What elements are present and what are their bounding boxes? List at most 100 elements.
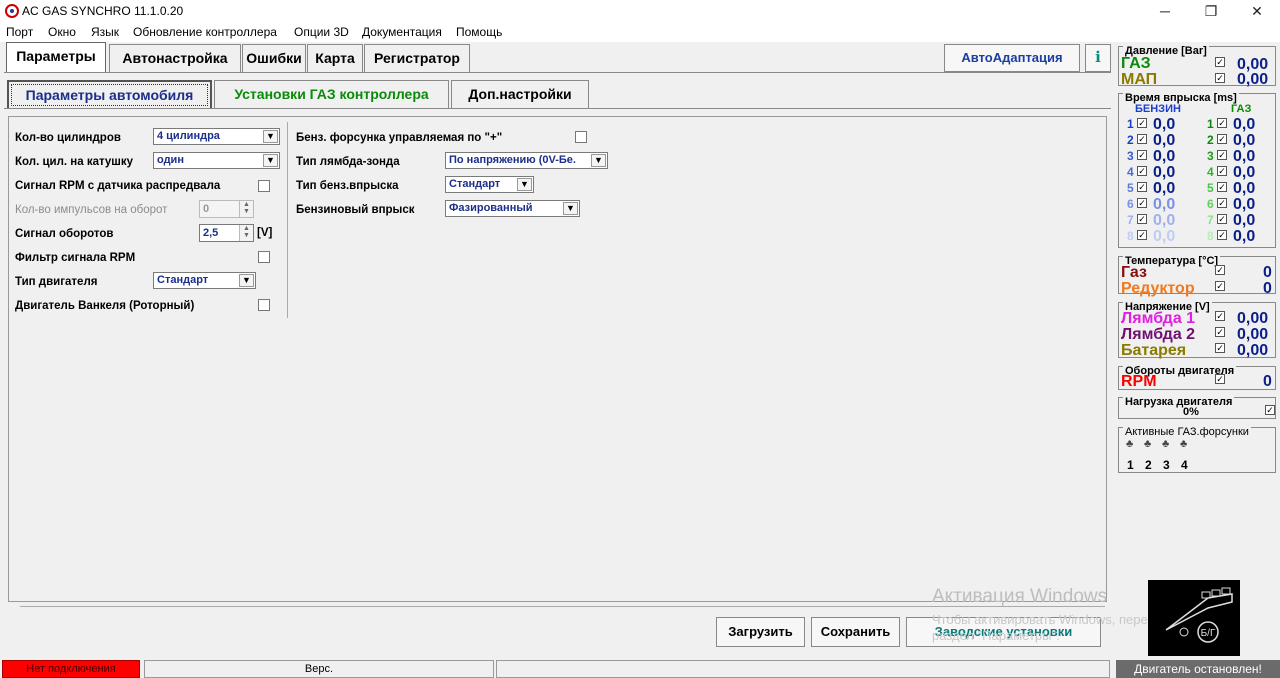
petrol-injector-checkbox[interactable] — [1137, 230, 1147, 240]
menu-documentation[interactable]: Документация — [362, 25, 442, 39]
pressure-gas-label: ГАЗ — [1121, 55, 1151, 72]
gas-injector-checkbox[interactable] — [1217, 134, 1227, 144]
gas-injector-checkbox[interactable] — [1217, 166, 1227, 176]
cyl-count-select[interactable]: 4 цилиндра ▼ — [153, 128, 280, 145]
pressure-group: Давление [Bar] ГАЗ 0,00 МАП 0,00 — [1118, 45, 1276, 88]
rpm-signal-unit: [V] — [257, 227, 273, 239]
gas-injector-checkbox[interactable] — [1217, 198, 1227, 208]
app-icon — [5, 4, 19, 18]
active-injectors-group: Активные ГАЗ.форсунки ♣ ♣ ♣ ♣ 1 2 3 4 — [1118, 426, 1276, 473]
battery-label: Батарея — [1121, 342, 1187, 359]
spinner-arrows-icon[interactable]: ▲ ▼ — [239, 225, 253, 241]
pulses-value: 0 — [203, 203, 210, 215]
lambda2-value: 0,00 — [1237, 326, 1269, 343]
tab-errors[interactable]: Ошибки — [242, 44, 306, 72]
load-button[interactable]: Загрузить — [716, 617, 805, 647]
injector-number: 2 — [1145, 458, 1152, 472]
menu-firmware-update[interactable]: Обновление контроллера — [133, 25, 277, 39]
temp-gas-checkbox[interactable] — [1215, 265, 1225, 275]
info-button[interactable]: ℹ — [1085, 44, 1111, 72]
tab-recorder[interactable]: Регистратор — [364, 44, 470, 72]
lambda-type-select[interactable]: По напряжению (0V-Бе. ▼ — [445, 152, 608, 169]
temp-reducer-checkbox[interactable] — [1215, 281, 1225, 291]
menu-3d-options[interactable]: Опции 3D — [294, 25, 349, 39]
menu-port[interactable]: Порт — [6, 25, 33, 39]
rpm-cam-checkbox[interactable] — [258, 180, 270, 192]
gas-injector-value: 0,0 — [1233, 228, 1256, 245]
pressure-gas-checkbox[interactable] — [1215, 57, 1225, 67]
gas-injector-checkbox[interactable] — [1217, 182, 1227, 192]
petrol-injector-number: 6 — [1127, 197, 1134, 211]
petrol-injector-number: 2 — [1127, 133, 1134, 147]
gas-injector-checkbox[interactable] — [1217, 214, 1227, 224]
injector-icon: ♣ — [1126, 438, 1134, 450]
gas-injector-value: 0,0 — [1233, 196, 1256, 213]
tab-map[interactable]: Карта — [307, 44, 363, 72]
load-checkbox[interactable] — [1265, 405, 1275, 415]
gas-injector-value: 0,0 — [1233, 132, 1256, 149]
save-button[interactable]: Сохранить — [811, 617, 900, 647]
injector-icon: ♣ — [1144, 438, 1152, 450]
minimize-button[interactable]: ─ — [1142, 0, 1188, 22]
lambda2-checkbox[interactable] — [1215, 327, 1225, 337]
petrol-injector-checkbox[interactable] — [1137, 182, 1147, 192]
temp-gas-value: 0 — [1263, 264, 1272, 281]
pressure-map-checkbox[interactable] — [1215, 73, 1225, 83]
load-value: 0% — [1183, 406, 1199, 418]
engine-type-select[interactable]: Стандарт ▼ — [153, 272, 256, 289]
injection-group: Время впрыска [ms] БЕНЗИН ГАЗ 10,010,020… — [1118, 92, 1276, 248]
cyl-per-coil-select[interactable]: один ▼ — [153, 152, 280, 169]
gas-injector-number: 5 — [1207, 181, 1214, 195]
petrol-injector-value: 0,0 — [1153, 164, 1176, 181]
petrol-injector-value: 0,0 — [1153, 132, 1176, 149]
menu-help[interactable]: Помощь — [456, 25, 502, 39]
petrol-injector-checkbox[interactable] — [1137, 118, 1147, 128]
pulses-label: Кол-во импульсов на оборот — [15, 204, 168, 216]
gas-header: ГАЗ — [1231, 103, 1252, 115]
tab-parameters[interactable]: Параметры — [6, 42, 106, 73]
maximize-button[interactable]: ❐ — [1188, 0, 1234, 22]
petrol-inj-type-select[interactable]: Стандарт ▼ — [445, 176, 534, 193]
pulses-spinner: 0 ▲ ▼ — [199, 200, 254, 218]
battery-checkbox[interactable] — [1215, 343, 1225, 353]
cyl-count-value: 4 цилиндра — [157, 130, 220, 142]
menu-language[interactable]: Язык — [91, 25, 119, 39]
focus-rectangle — [11, 84, 208, 106]
injector-plus-checkbox[interactable] — [575, 131, 587, 143]
petrol-injector-checkbox[interactable] — [1137, 150, 1147, 160]
petrol-inj-select[interactable]: Фазированный ▼ — [445, 200, 580, 217]
cyl-per-coil-label: Кол. цил. на катушку — [15, 156, 134, 168]
tab-additional-settings[interactable]: Доп.настройки — [451, 80, 589, 108]
gas-injector-checkbox[interactable] — [1217, 230, 1227, 240]
chevron-down-icon: ▼ — [517, 178, 532, 191]
gas-injector-number: 4 — [1207, 165, 1214, 179]
petrol-injector-checkbox[interactable] — [1137, 198, 1147, 208]
rpm-signal-spinner[interactable]: 2,5 ▲ ▼ — [199, 224, 254, 242]
fuel-switch-logo[interactable]: Б/Г — [1148, 580, 1240, 656]
injector-number: 4 — [1181, 458, 1188, 472]
petrol-injector-checkbox[interactable] — [1137, 166, 1147, 176]
status-bar: Нет подключения Верс. — [0, 658, 1112, 678]
petrol-injector-number: 1 — [1127, 117, 1134, 131]
menu-window[interactable]: Окно — [48, 25, 76, 39]
petrol-injector-checkbox[interactable] — [1137, 134, 1147, 144]
rpm-label: RPM — [1121, 373, 1157, 390]
cyl-per-coil-value: один — [157, 154, 184, 166]
rpm-group: Обороты двигателя RPM 0 — [1118, 365, 1276, 390]
rpm-checkbox[interactable] — [1215, 374, 1225, 384]
petrol-injector-value: 0,0 — [1153, 212, 1176, 229]
gas-injector-checkbox[interactable] — [1217, 118, 1227, 128]
petrol-injector-checkbox[interactable] — [1137, 214, 1147, 224]
wankel-checkbox[interactable] — [258, 299, 270, 311]
tab-gas-controller-settings[interactable]: Установки ГАЗ контроллера — [214, 80, 449, 108]
gas-injector-checkbox[interactable] — [1217, 150, 1227, 160]
close-button[interactable]: ✕ — [1234, 0, 1280, 22]
lambda1-checkbox[interactable] — [1215, 311, 1225, 321]
autoadaptation-button[interactable]: АвтоАдаптация — [944, 44, 1080, 72]
chevron-down-icon: ▼ — [263, 154, 278, 167]
menu-bar: Порт Окно Язык Обновление контроллера Оп… — [0, 22, 1280, 42]
tab-autotune[interactable]: Автонастройка — [109, 44, 241, 72]
rpm-filter-checkbox[interactable] — [258, 251, 270, 263]
petrol-injector-value: 0,0 — [1153, 228, 1176, 245]
pressure-map-value: 0,00 — [1237, 71, 1269, 88]
